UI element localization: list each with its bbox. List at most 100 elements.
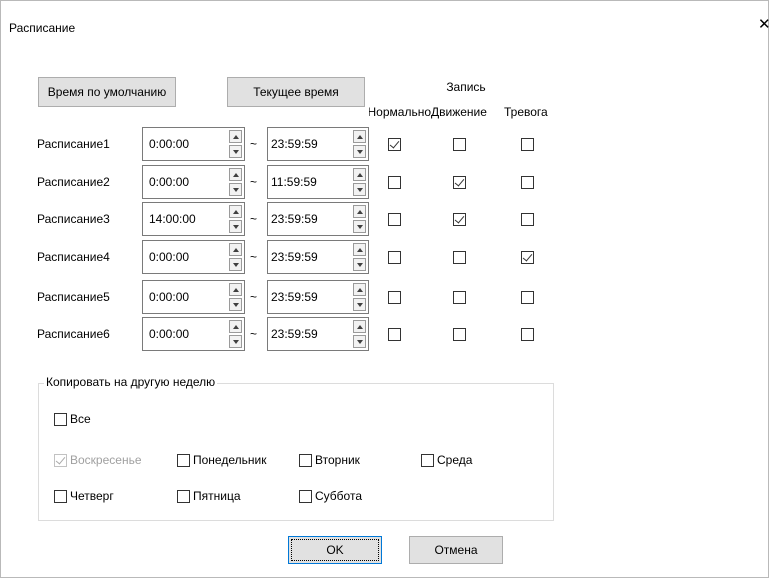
alarm-checkbox[interactable] <box>521 251 534 264</box>
spin-up-icon[interactable] <box>353 205 366 218</box>
motion-checkbox[interactable] <box>453 213 466 226</box>
start-time-value[interactable]: 0:00:00 <box>149 327 189 341</box>
spinner-arrows <box>229 243 242 271</box>
weekday-checkbox[interactable]: Среда <box>421 453 472 467</box>
checkbox-box[interactable] <box>177 453 190 467</box>
motion-checkbox[interactable] <box>453 176 466 189</box>
end-time-value[interactable]: 23:59:59 <box>271 327 318 341</box>
end-time-spinner[interactable]: 23:59:59 <box>267 280 369 314</box>
spinner-arrows <box>229 130 242 158</box>
motion-checkbox[interactable] <box>453 138 466 151</box>
alarm-checkbox[interactable] <box>521 213 534 226</box>
spin-down-icon[interactable] <box>229 220 242 233</box>
normal-checkbox[interactable] <box>388 291 401 304</box>
start-time-value[interactable]: 0:00:00 <box>149 137 189 151</box>
checkbox-box[interactable] <box>299 453 312 467</box>
motion-checkbox[interactable] <box>453 328 466 341</box>
spin-down-icon[interactable] <box>353 335 366 348</box>
start-time-spinner[interactable]: 0:00:00 <box>142 280 245 314</box>
start-time-spinner[interactable]: 14:00:00 <box>142 202 245 236</box>
normal-checkbox[interactable] <box>388 251 401 264</box>
weekday-label: Понедельник <box>193 453 267 467</box>
spin-up-icon[interactable] <box>229 168 242 181</box>
checkbox-box[interactable] <box>421 453 434 467</box>
checkbox-box[interactable] <box>299 489 312 503</box>
alarm-checkbox[interactable] <box>521 291 534 304</box>
weekday-checkbox[interactable]: Понедельник <box>177 453 266 467</box>
cancel-button[interactable]: Отмена <box>409 536 503 564</box>
alarm-checkbox[interactable] <box>521 328 534 341</box>
end-time-value[interactable]: 23:59:59 <box>271 250 318 264</box>
spin-down-icon[interactable] <box>353 220 366 233</box>
spin-up-icon[interactable] <box>353 243 366 256</box>
end-time-spinner[interactable]: 11:59:59 <box>267 165 369 199</box>
record-header: Запись <box>446 80 486 94</box>
spin-down-icon[interactable] <box>229 145 242 158</box>
normal-checkbox[interactable] <box>388 176 401 189</box>
end-time-spinner[interactable]: 23:59:59 <box>267 202 369 236</box>
start-time-spinner[interactable]: 0:00:00 <box>142 317 245 351</box>
time-separator: ~ <box>250 290 258 304</box>
copy-all-checkbox[interactable]: Все <box>54 412 91 426</box>
schedule-label: Расписание3 <box>37 212 110 226</box>
alarm-checkbox[interactable] <box>521 176 534 189</box>
weekday-checkbox[interactable]: Вторник <box>299 453 360 467</box>
end-time-spinner[interactable]: 23:59:59 <box>267 127 369 161</box>
start-time-spinner[interactable]: 0:00:00 <box>142 127 245 161</box>
spin-down-icon[interactable] <box>353 298 366 311</box>
alarm-header: Тревога <box>504 105 548 119</box>
checkbox-box[interactable] <box>177 489 190 503</box>
spin-up-icon[interactable] <box>229 243 242 256</box>
end-time-value[interactable]: 11:59:59 <box>271 175 317 189</box>
spin-up-icon[interactable] <box>229 130 242 143</box>
weekday-label: Пятница <box>193 489 241 503</box>
motion-checkbox[interactable] <box>453 251 466 264</box>
checkbox-box[interactable] <box>54 412 67 426</box>
current-time-button[interactable]: Текущее время <box>227 77 365 107</box>
normal-checkbox[interactable] <box>388 138 401 151</box>
start-time-value[interactable]: 0:00:00 <box>149 250 189 264</box>
start-time-value[interactable]: 14:00:00 <box>149 212 196 226</box>
schedule-label: Расписание6 <box>37 327 110 341</box>
start-time-spinner[interactable]: 0:00:00 <box>142 165 245 199</box>
time-separator: ~ <box>250 137 258 151</box>
end-time-value[interactable]: 23:59:59 <box>271 290 318 304</box>
end-time-spinner[interactable]: 23:59:59 <box>267 240 369 274</box>
motion-checkbox[interactable] <box>453 291 466 304</box>
spin-down-icon[interactable] <box>229 183 242 196</box>
spin-down-icon[interactable] <box>353 145 366 158</box>
checkbox-box[interactable] <box>54 489 67 503</box>
spinner-arrows <box>353 283 366 311</box>
spin-down-icon[interactable] <box>229 258 242 271</box>
spin-up-icon[interactable] <box>229 283 242 296</box>
spin-down-icon[interactable] <box>353 183 366 196</box>
start-time-value[interactable]: 0:00:00 <box>149 290 189 304</box>
weekday-label: Четверг <box>70 489 114 503</box>
weekday-checkbox[interactable]: Суббота <box>299 489 362 503</box>
end-time-value[interactable]: 23:59:59 <box>271 137 318 151</box>
weekday-checkbox[interactable]: Пятница <box>177 489 241 503</box>
close-icon[interactable]: ✕ <box>758 17 769 32</box>
spin-down-icon[interactable] <box>353 258 366 271</box>
weekday-label: Вторник <box>315 453 360 467</box>
spin-up-icon[interactable] <box>353 320 366 333</box>
weekday-checkbox[interactable]: Четверг <box>54 489 114 503</box>
end-time-value[interactable]: 23:59:59 <box>271 212 318 226</box>
start-time-spinner[interactable]: 0:00:00 <box>142 240 245 274</box>
start-time-value[interactable]: 0:00:00 <box>149 175 189 189</box>
spin-up-icon[interactable] <box>353 130 366 143</box>
spin-down-icon[interactable] <box>229 298 242 311</box>
spin-up-icon[interactable] <box>229 205 242 218</box>
normal-checkbox[interactable] <box>388 213 401 226</box>
default-time-button[interactable]: Время по умолчанию <box>38 77 176 107</box>
ok-button[interactable]: OK <box>288 536 382 564</box>
spin-down-icon[interactable] <box>229 335 242 348</box>
time-separator: ~ <box>250 175 258 189</box>
spin-up-icon[interactable] <box>353 168 366 181</box>
end-time-spinner[interactable]: 23:59:59 <box>267 317 369 351</box>
weekday-label: Воскресенье <box>70 453 142 467</box>
spin-up-icon[interactable] <box>353 283 366 296</box>
alarm-checkbox[interactable] <box>521 138 534 151</box>
spin-up-icon[interactable] <box>229 320 242 333</box>
normal-checkbox[interactable] <box>388 328 401 341</box>
